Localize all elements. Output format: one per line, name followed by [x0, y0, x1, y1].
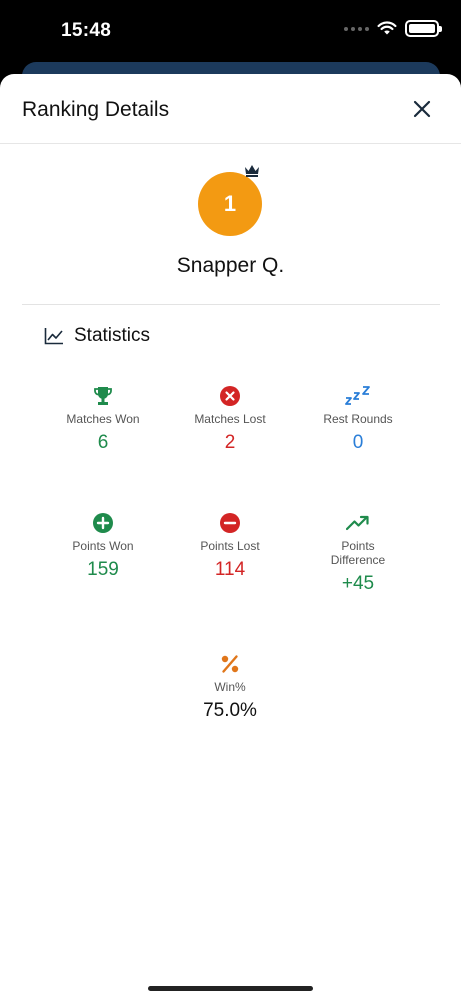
stat-label: Win% [214, 680, 246, 694]
stat-matches-lost: Matches Lost 2 [170, 384, 290, 454]
stat-value: 2 [224, 432, 236, 453]
sleep-icon [345, 386, 370, 405]
minus-circle-icon [220, 513, 240, 533]
stat-points-lost: Points Lost 114 [170, 511, 290, 581]
stat-label: Points Lost [200, 539, 260, 553]
x-circle-icon [220, 386, 240, 406]
stat-value: 6 [97, 432, 109, 453]
close-icon [413, 100, 431, 118]
stat-value: 114 [214, 559, 246, 580]
stat-label: Matches Lost [194, 412, 266, 426]
trending-up-icon [346, 515, 369, 531]
stat-label: Matches Won [66, 412, 140, 426]
stat-points-difference: Points Difference +45 [298, 511, 418, 595]
sheet-header: Ranking Details [0, 74, 461, 144]
stat-value: +45 [341, 573, 375, 594]
stat-label: Rest Rounds [323, 412, 393, 426]
chart-line-icon [44, 328, 63, 345]
ranking-details-sheet: Ranking Details 1 Snapper Q. Statistics [0, 74, 461, 1000]
stat-win-percent: Win% 75.0% [170, 652, 290, 722]
signal-icon [344, 26, 369, 31]
plus-circle-icon [93, 513, 113, 533]
stat-value: 75.0% [203, 700, 257, 721]
rank-number: 1 [198, 172, 262, 236]
status-icons [344, 20, 442, 37]
sheet-title: Ranking Details [22, 98, 170, 121]
crown-icon [245, 165, 259, 177]
statistics-title: Statistics [74, 325, 151, 346]
stat-rest-rounds: Rest Rounds 0 [298, 384, 418, 454]
divider [22, 304, 440, 305]
stat-label: Points Difference [330, 539, 386, 567]
status-time: 15:48 [61, 20, 112, 41]
stat-matches-won: Matches Won 6 [43, 384, 163, 454]
stat-value: 0 [352, 432, 364, 453]
stat-points-won: Points Won 159 [43, 511, 163, 581]
home-indicator[interactable] [148, 986, 313, 991]
rank-badge: 1 [198, 165, 262, 236]
statistics-heading: Statistics [44, 325, 150, 347]
wifi-icon [377, 21, 397, 35]
stat-value: 159 [87, 559, 119, 580]
player-name: Snapper Q. [176, 254, 285, 277]
trophy-icon [94, 387, 112, 405]
battery-icon [405, 20, 442, 37]
percent-icon [221, 655, 239, 673]
stat-label: Points Won [72, 539, 134, 553]
status-bar: 15:48 [0, 0, 461, 62]
close-button[interactable] [404, 94, 440, 124]
